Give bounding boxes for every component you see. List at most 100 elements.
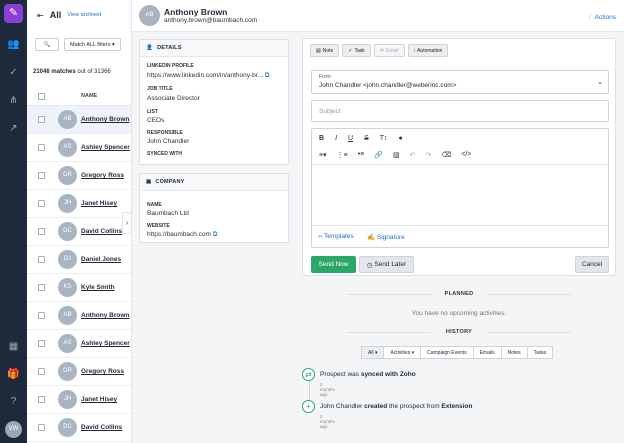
prospect-name-link[interactable]: Kyle Smith [81, 284, 115, 291]
undo-icon[interactable]: ↶ [410, 151, 416, 159]
link-icon[interactable]: 🔗 [374, 151, 383, 159]
composer-tabs: ▤ Note ✓ Task ✉ Email ⁝ Automation [310, 44, 449, 57]
prospect-name-link[interactable]: Anthony Brown [81, 312, 129, 319]
actions-menu[interactable]: ⋮ Actions [587, 13, 616, 21]
strikethrough-icon[interactable]: S [364, 135, 369, 142]
prospects-icon[interactable]: 👥 [0, 38, 27, 52]
collapse-arrow-icon[interactable]: ⇤ [37, 11, 44, 20]
italic-icon[interactable]: I [335, 135, 337, 142]
prospect-name-link[interactable]: Gregory Ross [81, 172, 124, 179]
gift-icon[interactable]: 🎁 [0, 368, 27, 382]
prospect-avatar: AB [139, 5, 160, 26]
row-checkbox[interactable] [38, 340, 45, 347]
prospect-name-link[interactable]: Anthony Brown [81, 116, 129, 123]
table-row[interactable]: DC David Collins [27, 218, 131, 246]
send-later-button[interactable]: ◷ Send Later [359, 256, 414, 273]
help-icon[interactable]: ? [0, 395, 27, 409]
row-checkbox[interactable] [38, 396, 45, 403]
history-tab-emails[interactable]: Emails [472, 346, 502, 359]
table-row[interactable]: AS Ashley Spencer [27, 134, 131, 162]
history-tab-activities-label: Activities [390, 349, 411, 356]
prospect-header: AB Anthony Brown anthony.brown@baumbach.… [132, 0, 624, 32]
text-size-icon[interactable]: T↕ [380, 135, 388, 142]
apps-grid-icon[interactable]: ▦ [0, 340, 27, 354]
row-checkbox[interactable] [38, 172, 45, 179]
prospect-name-link[interactable]: Janet Hisey [81, 200, 117, 207]
company-card: ▣ COMPANY NAME Baumbach Ltd WEBSITE https… [139, 173, 289, 243]
prospect-name-link[interactable]: Gregory Ross [81, 368, 124, 375]
history-tab-activities[interactable]: Activities ▾ [383, 346, 422, 359]
avatar: AB [58, 110, 77, 129]
row-checkbox[interactable] [38, 116, 45, 123]
view-archived-link[interactable]: View archived [67, 12, 101, 18]
underline-icon[interactable]: U [348, 135, 353, 142]
table-row[interactable]: AB Anthony Brown [27, 106, 131, 134]
table-row[interactable]: JH Janet Hisey [27, 190, 131, 218]
table-row[interactable]: JH Janet Hisey [27, 386, 131, 414]
history-tab-tasks[interactable]: Tasks [526, 346, 554, 359]
row-checkbox[interactable] [38, 312, 45, 319]
redo-icon[interactable]: ↷ [425, 151, 431, 159]
editor[interactable]: B I U S T↕ ● ≡▾ ⋮≡ •≡ 🔗 ▨ ↶ ↷ ⌫ </> ‹› Templates ✍ Si… [311, 128, 609, 248]
prospect-name-link[interactable]: David Collins [81, 228, 122, 235]
row-checkbox[interactable] [38, 144, 45, 151]
bold-icon[interactable]: B [319, 135, 324, 142]
tab-task[interactable]: ✓ Task [342, 44, 371, 57]
history-tab-notes[interactable]: Notes [500, 346, 528, 359]
tasks-check-icon[interactable]: ✓ [0, 66, 27, 80]
color-drop-icon[interactable]: ● [399, 135, 403, 142]
history-tab-all[interactable]: All ▾ [361, 346, 385, 359]
website-value[interactable]: https://baumbach.com ⧉ [147, 231, 217, 239]
network-icon[interactable]: ⋔ [0, 94, 27, 108]
clear-format-icon[interactable]: ⌫ [441, 151, 451, 159]
prospect-name-link[interactable]: Ashley Spencer [81, 144, 130, 151]
row-checkbox[interactable] [38, 256, 45, 263]
align-icon[interactable]: ≡▾ [319, 151, 327, 159]
analytics-icon[interactable]: ↗ [0, 122, 27, 136]
search-button[interactable]: 🔍 [35, 38, 59, 51]
table-row[interactable]: GR Gregory Ross [27, 162, 131, 190]
row-checkbox[interactable] [38, 200, 45, 207]
row-checkbox[interactable] [38, 368, 45, 375]
tab-email[interactable]: ✉ Email [373, 44, 405, 57]
name-column-header[interactable]: NAME [81, 93, 97, 99]
from-select[interactable]: From John Chandler <john.chandler@weberi… [311, 70, 609, 94]
collapse-list-button[interactable]: › [122, 212, 132, 234]
table-row[interactable]: DJ Daniel Jones [27, 246, 131, 274]
ordered-list-icon[interactable]: ⋮≡ [337, 151, 348, 159]
table-row[interactable]: AB Anthony Brown [27, 302, 131, 330]
cancel-button[interactable]: Cancel [575, 256, 609, 273]
row-checkbox[interactable] [38, 228, 45, 235]
code-icon[interactable]: </> [461, 151, 471, 159]
tab-note[interactable]: ▤ Note [310, 44, 340, 57]
prospect-name-link[interactable]: Daniel Jones [81, 256, 121, 263]
row-checkbox[interactable] [38, 424, 45, 431]
select-all-checkbox[interactable] [38, 93, 45, 100]
prospect-name-link[interactable]: Ashley Spencer [81, 340, 130, 347]
app-logo-icon[interactable]: ✎ [4, 4, 23, 23]
templates-link[interactable]: ‹› Templates [318, 233, 354, 240]
prospect-list-panel: ⇤ All View archived 🔍 Match ALL filters … [27, 0, 132, 443]
image-icon[interactable]: ▨ [393, 151, 400, 159]
tab-automation[interactable]: ⁝ Automation [407, 44, 449, 57]
table-row[interactable]: DC David Collins [27, 414, 131, 442]
history-tab-campaign-events[interactable]: Campaign Events [420, 346, 474, 359]
subject-input[interactable]: Subject [311, 100, 609, 122]
signature-link[interactable]: ✍ Signature [367, 233, 405, 241]
match-count-total: out of 31366 [77, 69, 111, 75]
sync-icon: ⇄ [302, 368, 315, 381]
prospect-name-link[interactable]: David Collins [81, 424, 122, 431]
row-checkbox[interactable] [38, 284, 45, 291]
match-filter-dropdown[interactable]: Match ALL filters ▾ [64, 38, 121, 51]
prospect-name-link[interactable]: Janet Hisey [81, 396, 117, 403]
table-row[interactable]: KS Kyle Smith [27, 274, 131, 302]
linkedin-value[interactable]: https://www.linkedin.com/in/anthony-br..… [147, 72, 269, 80]
external-link-icon[interactable]: ⧉ [265, 72, 270, 79]
table-row[interactable]: AS Ashley Spencer [27, 330, 131, 358]
templates-label: Templates [324, 233, 354, 240]
table-row[interactable]: GR Gregory Ross [27, 358, 131, 386]
send-now-button[interactable]: Send Now [311, 256, 356, 273]
bullet-list-icon[interactable]: •≡ [358, 151, 365, 159]
user-avatar[interactable]: VW [5, 421, 22, 438]
external-link-icon[interactable]: ⧉ [213, 231, 218, 238]
